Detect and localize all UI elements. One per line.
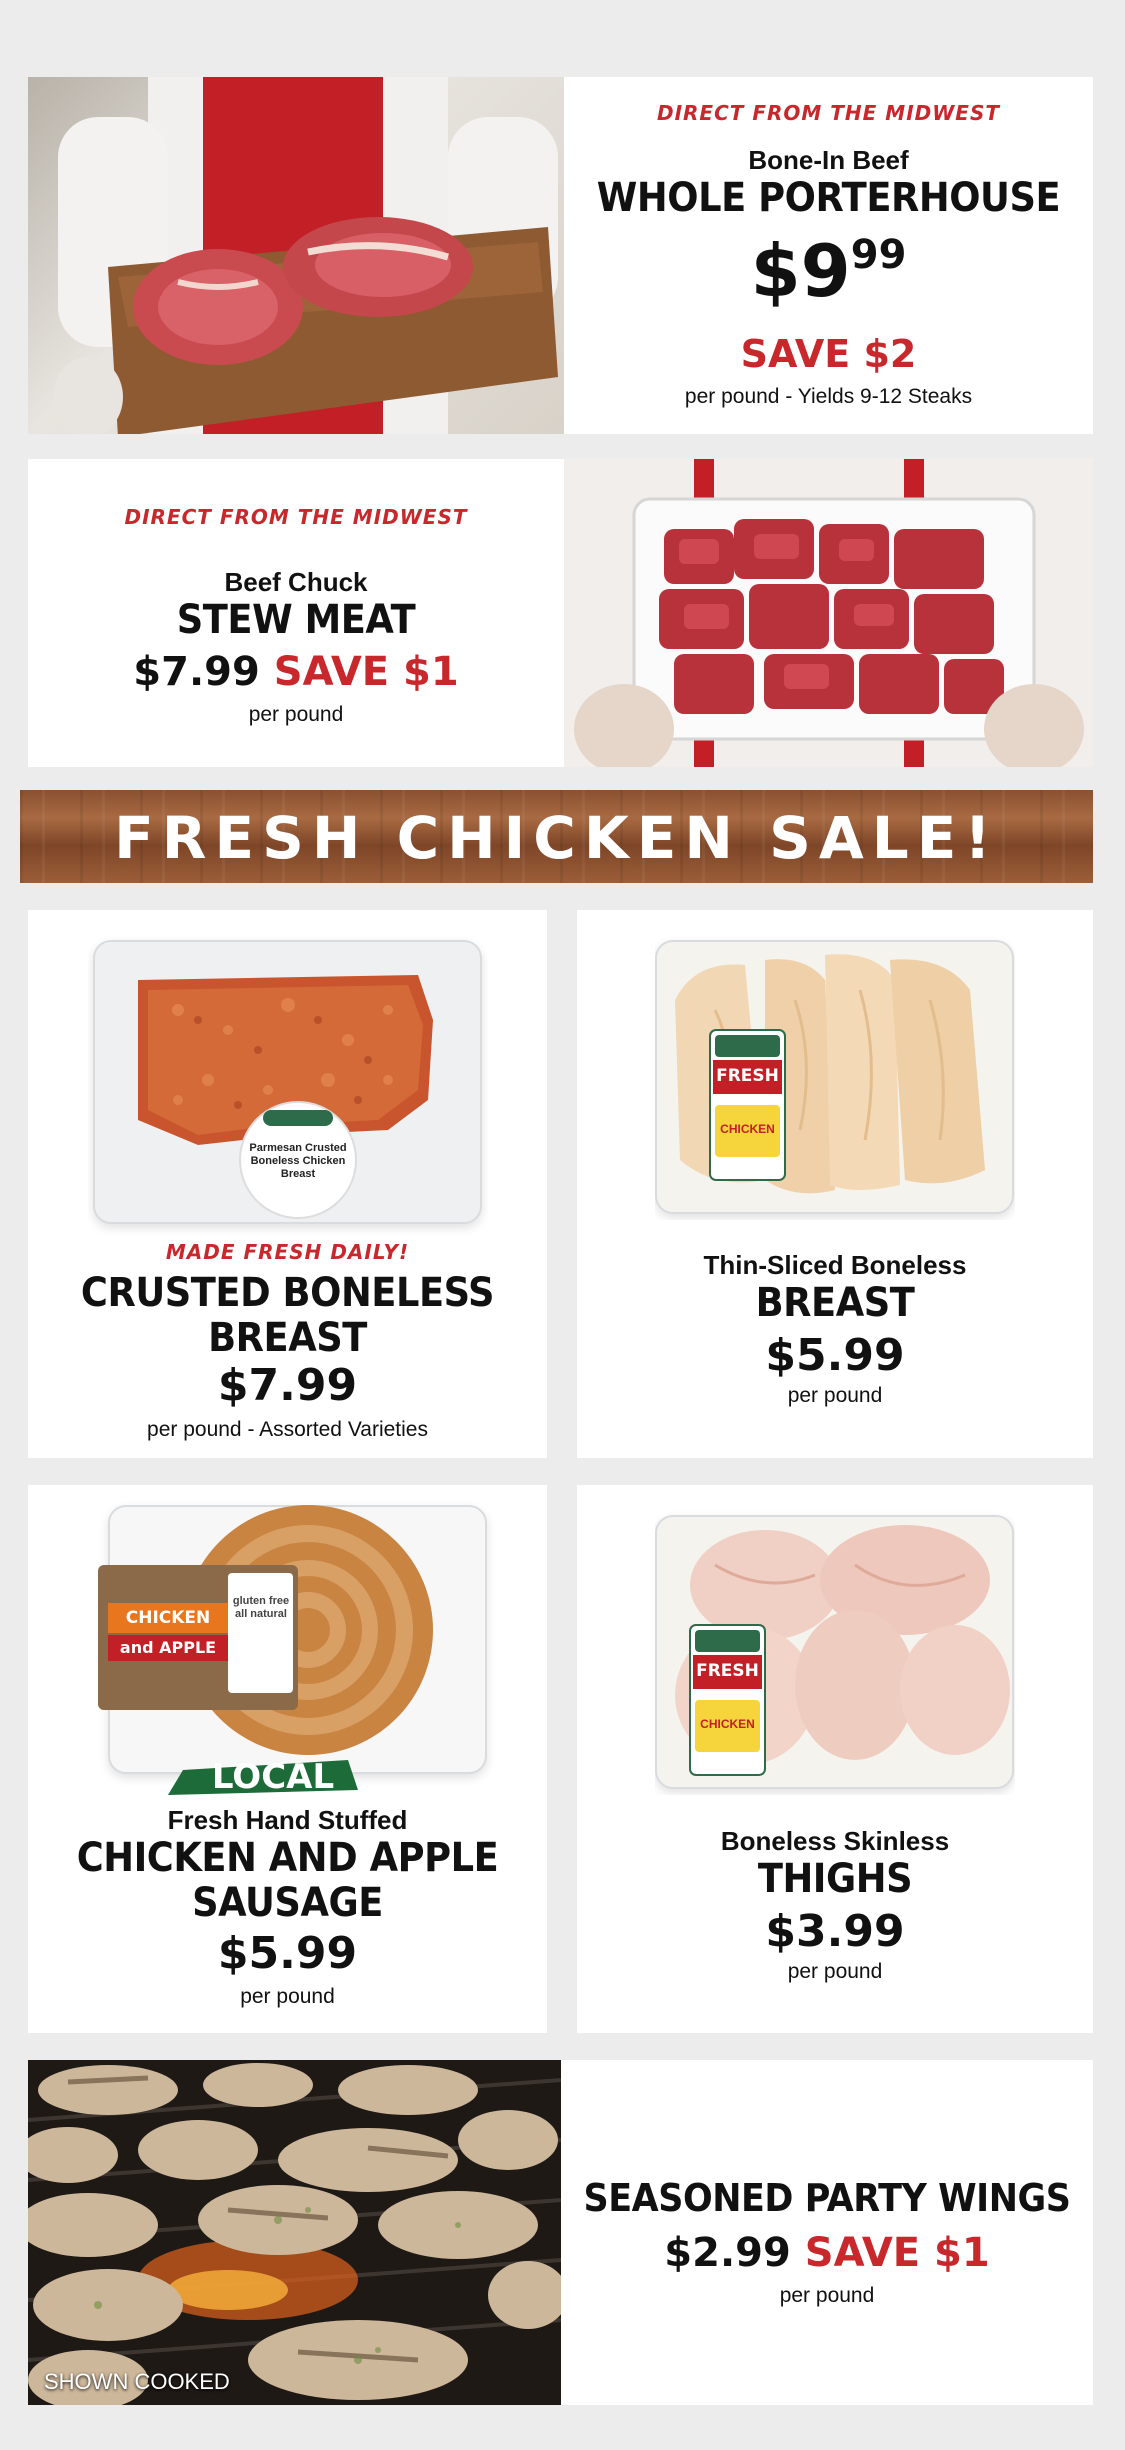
thighs-label-top: FRESH xyxy=(696,1661,759,1681)
sausage-title-line1: CHICKEN AND APPLE xyxy=(76,1835,499,1881)
porterhouse-note: per pound - Yields 9-12 Steaks xyxy=(684,385,973,408)
fresh-chicken-banner: FRESH CHICKEN SALE! xyxy=(20,790,1093,883)
crusted-package-label: Parmesan Crusted Boneless Chicken Breast xyxy=(249,1142,347,1180)
crusted-price: $7.99 xyxy=(217,1360,358,1411)
butcher-holding-steaks-image xyxy=(53,77,558,434)
chicken-thighs-image xyxy=(675,1525,1010,1776)
thighs-card[interactable]: FRESH CHICKEN Boneless Skinless THIGHS $… xyxy=(577,1485,1093,2033)
sausage-note: per pound xyxy=(240,1985,335,2008)
porterhouse-subtitle: Bone-In Beef xyxy=(748,145,909,175)
crusted-breast-photo: Parmesan Crusted Boneless Chicken Breast xyxy=(88,930,488,1235)
thin-sliced-label-top: FRESH xyxy=(716,1066,779,1086)
porterhouse-photo xyxy=(28,77,564,434)
thighs-photo: FRESH CHICKEN xyxy=(655,1505,1015,1795)
stew-title: STEW MEAT xyxy=(176,597,416,643)
porterhouse-price-cents: 99 xyxy=(850,232,907,278)
thighs-note: per pound xyxy=(787,1960,883,1983)
thin-sliced-subtitle: Thin-Sliced Boneless xyxy=(703,1250,967,1280)
wings-note: per pound xyxy=(779,2284,875,2307)
stew-meat-photo xyxy=(564,459,1093,767)
party-wings-card[interactable]: SHOWN COOKED SEASONED PARTY WINGS $2.99 … xyxy=(28,2060,1093,2405)
crusted-note: per pound - Assorted Varieties xyxy=(147,1418,428,1441)
porterhouse-price: $999 xyxy=(564,229,1093,313)
sausage-title-line2: SAUSAGE xyxy=(192,1880,383,1926)
crusted-tag: MADE FRESH DAILY! xyxy=(165,1240,410,1264)
sausage-subtitle: Fresh Hand Stuffed xyxy=(167,1805,408,1835)
grilled-wings-image xyxy=(28,2060,561,2405)
sausage-photo: CHICKEN and APPLE gluten free all natura… xyxy=(98,1495,498,1795)
thighs-price: $3.99 xyxy=(765,1906,905,1957)
sausage-price: $5.99 xyxy=(217,1928,358,1979)
crusted-chicken-image xyxy=(138,975,433,1219)
shown-cooked-caption: SHOWN COOKED xyxy=(44,2369,230,2394)
stew-subtitle: Beef Chuck xyxy=(224,567,368,597)
stew-note: per pound xyxy=(248,703,344,726)
thighs-title: THIGHS xyxy=(757,1856,913,1902)
stew-meat-card[interactable]: DIRECT FROM THE MIDWEST Beef Chuck STEW … xyxy=(28,459,1093,767)
thin-sliced-title: BREAST xyxy=(755,1280,915,1326)
porterhouse-price-dollars: $9 xyxy=(750,229,851,313)
sausage-label-side: gluten free all natural xyxy=(232,1595,290,1620)
porterhouse-tag: DIRECT FROM THE MIDWEST xyxy=(656,101,1001,125)
wings-title: SEASONED PARTY WINGS xyxy=(583,2176,1071,2220)
stew-save: SAVE $1 xyxy=(273,649,459,695)
wings-price: $2.99 xyxy=(664,2230,791,2276)
thin-sliced-note: per pound xyxy=(787,1384,883,1407)
stew-price-row: $7.99 SAVE $1 xyxy=(28,649,564,695)
sausage-label-line1: CHICKEN xyxy=(125,1608,211,1628)
local-badge: LOCAL xyxy=(211,1757,335,1795)
crusted-breast-card[interactable]: Parmesan Crusted Boneless Chicken Breast… xyxy=(28,910,547,1458)
porterhouse-title: WHOLE PORTERHOUSE xyxy=(596,175,1061,221)
thighs-subtitle: Boneless Skinless xyxy=(720,1826,950,1856)
thighs-label-bottom: CHICKEN xyxy=(700,1717,755,1731)
banner-text: FRESH CHICKEN SALE! xyxy=(114,804,999,872)
porterhouse-card[interactable]: DIRECT FROM THE MIDWEST Bone-In Beef WHO… xyxy=(28,77,1093,434)
wings-price-row: $2.99 SAVE $1 xyxy=(561,2230,1093,2276)
party-wings-photo: SHOWN COOKED xyxy=(28,2060,561,2405)
thin-sliced-breast-card[interactable]: FRESH CHICKEN Thin-Sliced Boneless BREAS… xyxy=(577,910,1093,1458)
sausage-label-line2: and APPLE xyxy=(119,1638,217,1657)
porterhouse-save: SAVE $2 xyxy=(740,332,917,376)
wings-save: SAVE $1 xyxy=(804,2230,990,2276)
thin-sliced-price: $5.99 xyxy=(765,1330,905,1381)
stew-meat-tray-image xyxy=(564,459,1093,767)
crusted-title-line1: CRUSTED BONELESS xyxy=(80,1270,495,1316)
thin-sliced-label-bottom: CHICKEN xyxy=(720,1122,775,1136)
crusted-title-line2: BREAST xyxy=(208,1315,367,1361)
stew-price: $7.99 xyxy=(133,649,260,695)
thin-sliced-photo: FRESH CHICKEN xyxy=(655,930,1015,1220)
thin-sliced-chicken-image xyxy=(675,954,985,1194)
stew-tag: DIRECT FROM THE MIDWEST xyxy=(124,505,468,529)
sausage-card[interactable]: CHICKEN and APPLE gluten free all natura… xyxy=(28,1485,547,2033)
